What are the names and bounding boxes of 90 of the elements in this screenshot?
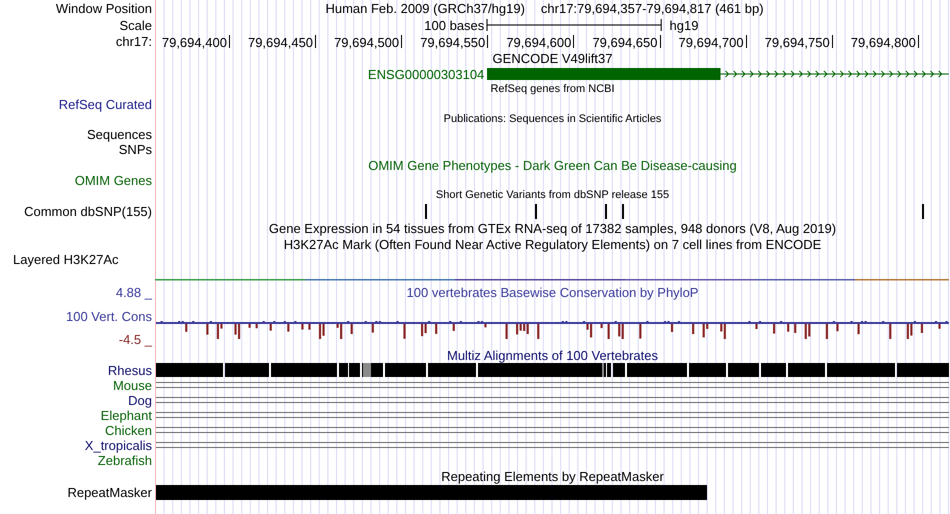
track-label[interactable]: Chicken: [105, 424, 152, 437]
score-bar: [755, 324, 758, 330]
score-bar: [857, 324, 860, 334]
ruler-tick-label: 79,694,800: [850, 36, 916, 49]
ruler-tick: [487, 35, 488, 48]
snp-mark[interactable]: [622, 204, 624, 219]
gene-name[interactable]: ENSG00000303104: [368, 68, 484, 81]
score-bar: [787, 324, 790, 332]
ruler-tick: [918, 35, 919, 48]
score-bar: [452, 324, 455, 331]
ruler-tick-label: 79,694,750: [764, 36, 830, 49]
assembly-text: Human Feb. 2009 (GRCh37/hg19): [325, 2, 525, 15]
ruler-tick-label: 79,694,450: [248, 36, 314, 49]
track-label[interactable]: SNPs: [118, 143, 152, 156]
score-bar: [608, 324, 610, 339]
ruler-tick: [832, 35, 833, 48]
track-title: Gene Expression in 54 tissues from GTEx RNA-seq of 17382 samples, 948 donors (V8, Aug 2019): [268, 222, 836, 234]
track-caption: Publications: Sequences in Scientific Articles: [444, 114, 662, 125]
score-bar: [920, 324, 924, 333]
score-bar: [639, 324, 642, 339]
score-bar: [185, 324, 188, 332]
score-bar: [403, 324, 406, 339]
score-bar: [773, 324, 776, 334]
score-bar: [435, 324, 438, 334]
scale-label: Scale: [119, 18, 152, 32]
track-label[interactable]: X_tropicalis: [84, 439, 152, 452]
score-bar: [301, 324, 304, 330]
track-title: OMIM Gene Phenotypes - Dark Green Can Be Disease-causing: [368, 158, 737, 172]
assembly-label: hg19: [670, 19, 698, 32]
track-label[interactable]: RefSeq Curated: [58, 98, 152, 111]
ruler-tick-label: 79,694,650: [592, 36, 658, 49]
score-bar: [938, 324, 941, 329]
ruler-tick: [746, 35, 747, 48]
track-label[interactable]: Layered H3K27Ac: [13, 253, 119, 266]
track-caption: RefSeq genes from NCBI: [490, 84, 615, 95]
track-title: Repeating Elements by RepeatMasker: [441, 470, 664, 482]
score-bar: [287, 324, 290, 332]
track-caption: Short Genetic Variants from dbSNP release 155: [436, 190, 670, 201]
snp-mark[interactable]: [605, 204, 607, 219]
score-bar: [350, 324, 353, 334]
axis-max-label: 4.88 _: [116, 286, 152, 299]
axis-min-label: -4.5 _: [118, 333, 152, 346]
track-label[interactable]: Rhesus: [108, 364, 152, 377]
track-label[interactable]: Common dbSNP(155): [24, 205, 152, 218]
ruler-tick: [228, 35, 230, 48]
track-label[interactable]: Mouse: [112, 379, 152, 392]
chromosome-label: chr17:: [116, 35, 152, 48]
score-bar: [372, 324, 374, 333]
gene-drawing[interactable]: [487, 68, 949, 80]
score-bar: [505, 324, 508, 339]
track-label[interactable]: Dog: [128, 394, 152, 407]
track-label[interactable]: Zebrafish: [98, 454, 152, 467]
snp-mark[interactable]: [425, 204, 427, 219]
repeat-element-bar[interactable]: [156, 485, 707, 500]
snp-mark[interactable]: [922, 204, 924, 219]
window-position-label: Window Position: [56, 2, 152, 15]
ruler-tick-label: 79,694,400: [162, 36, 227, 49]
score-bar: [537, 324, 540, 339]
track-title: GENCODE V49lift37: [492, 52, 612, 64]
track-title: 100 vertebrates Basewise Conservation by PhyloP: [406, 286, 698, 298]
scale-length: 100 bases: [424, 19, 484, 32]
snp-mark[interactable]: [535, 204, 537, 219]
score-bar: [484, 324, 487, 328]
score-bar: [256, 324, 258, 328]
ruler-tick: [401, 35, 402, 48]
track-label[interactable]: 100 Vert. Cons: [66, 310, 152, 322]
track-label[interactable]: OMIM Genes: [74, 174, 152, 187]
score-bar: [826, 324, 828, 339]
track-label[interactable]: Elephant: [100, 409, 152, 422]
track-title: H3K27Ac Mark (Often Found Near Active Regulatory Elements) on 7 cell lines from ENCODE: [284, 238, 822, 250]
score-bar: [600, 324, 603, 328]
track-label[interactable]: RepeatMasker: [67, 486, 152, 498]
track-title: Multiz Alignments of 100 Vertebrates: [446, 348, 658, 362]
score-bar: [248, 324, 251, 328]
score-bar: [836, 324, 839, 332]
position-range: chr17:79,694,357-79,694,817 (461 bp): [540, 2, 764, 15]
ruler-tick-label: 79,694,700: [678, 36, 744, 49]
score-bar: [794, 324, 796, 333]
score-bar: [889, 324, 892, 339]
score-bar: [692, 324, 694, 334]
score-bar: [270, 324, 272, 331]
ruler-tick: [315, 35, 316, 48]
ruler-tick-label: 79,694,500: [334, 36, 400, 49]
score-bar: [670, 324, 674, 332]
score-bar: [206, 324, 208, 335]
ruler-tick-label: 79,694,600: [506, 36, 572, 49]
score-bar: [308, 324, 311, 330]
ruler-tick: [573, 35, 574, 48]
track-label[interactable]: Sequences: [86, 128, 152, 141]
ruler-tick-label: 79,694,550: [420, 36, 486, 49]
